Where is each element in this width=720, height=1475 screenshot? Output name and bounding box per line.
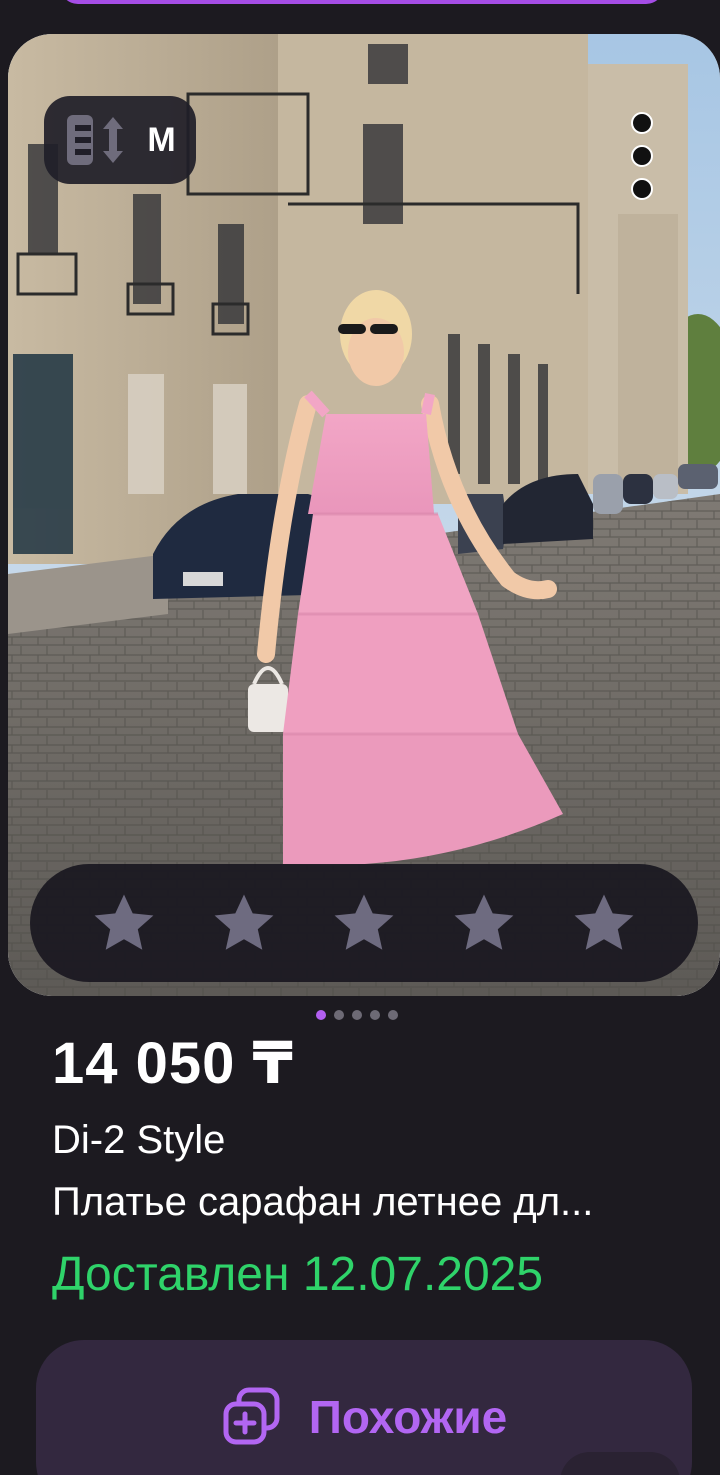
carousel-dot[interactable] — [388, 1010, 398, 1020]
product-photo[interactable]: M — [8, 34, 720, 996]
delivery-status: Доставлен 12.07.2025 — [52, 1248, 544, 1301]
more-vertical-icon[interactable] — [620, 112, 664, 200]
menu-dot — [631, 145, 653, 167]
similar-button-label: Похожие — [308, 1391, 508, 1443]
carousel-dot[interactable] — [334, 1010, 344, 1020]
product-price: 14 050 ₸ — [52, 1031, 294, 1096]
size-label: M — [147, 120, 177, 159]
carousel-dot[interactable] — [370, 1010, 380, 1020]
floating-chip[interactable] — [560, 1452, 680, 1475]
product-brand[interactable]: Di-2 Style — [52, 1116, 225, 1164]
star-icon[interactable] — [448, 887, 520, 959]
size-fit-icon — [67, 115, 124, 165]
size-badge[interactable]: M — [44, 96, 196, 184]
carousel-dot[interactable] — [352, 1010, 362, 1020]
carousel-indicator — [316, 1010, 398, 1020]
product-name[interactable]: Платье сарафан летнее дл... — [52, 1178, 692, 1226]
star-icon[interactable] — [208, 887, 280, 959]
product-card-screen: M 14 050 ₸ Di-2 Style Платье сарафан лет… — [0, 0, 720, 1475]
carousel-dot-active[interactable] — [316, 1010, 326, 1020]
rating-bar — [30, 864, 698, 982]
menu-dot — [631, 112, 653, 134]
menu-dot — [631, 178, 653, 200]
star-icon[interactable] — [568, 887, 640, 959]
similar-squares-icon — [223, 1387, 280, 1445]
top-button-edge[interactable] — [60, 0, 664, 4]
star-icon[interactable] — [88, 887, 160, 959]
star-icon[interactable] — [328, 887, 400, 959]
